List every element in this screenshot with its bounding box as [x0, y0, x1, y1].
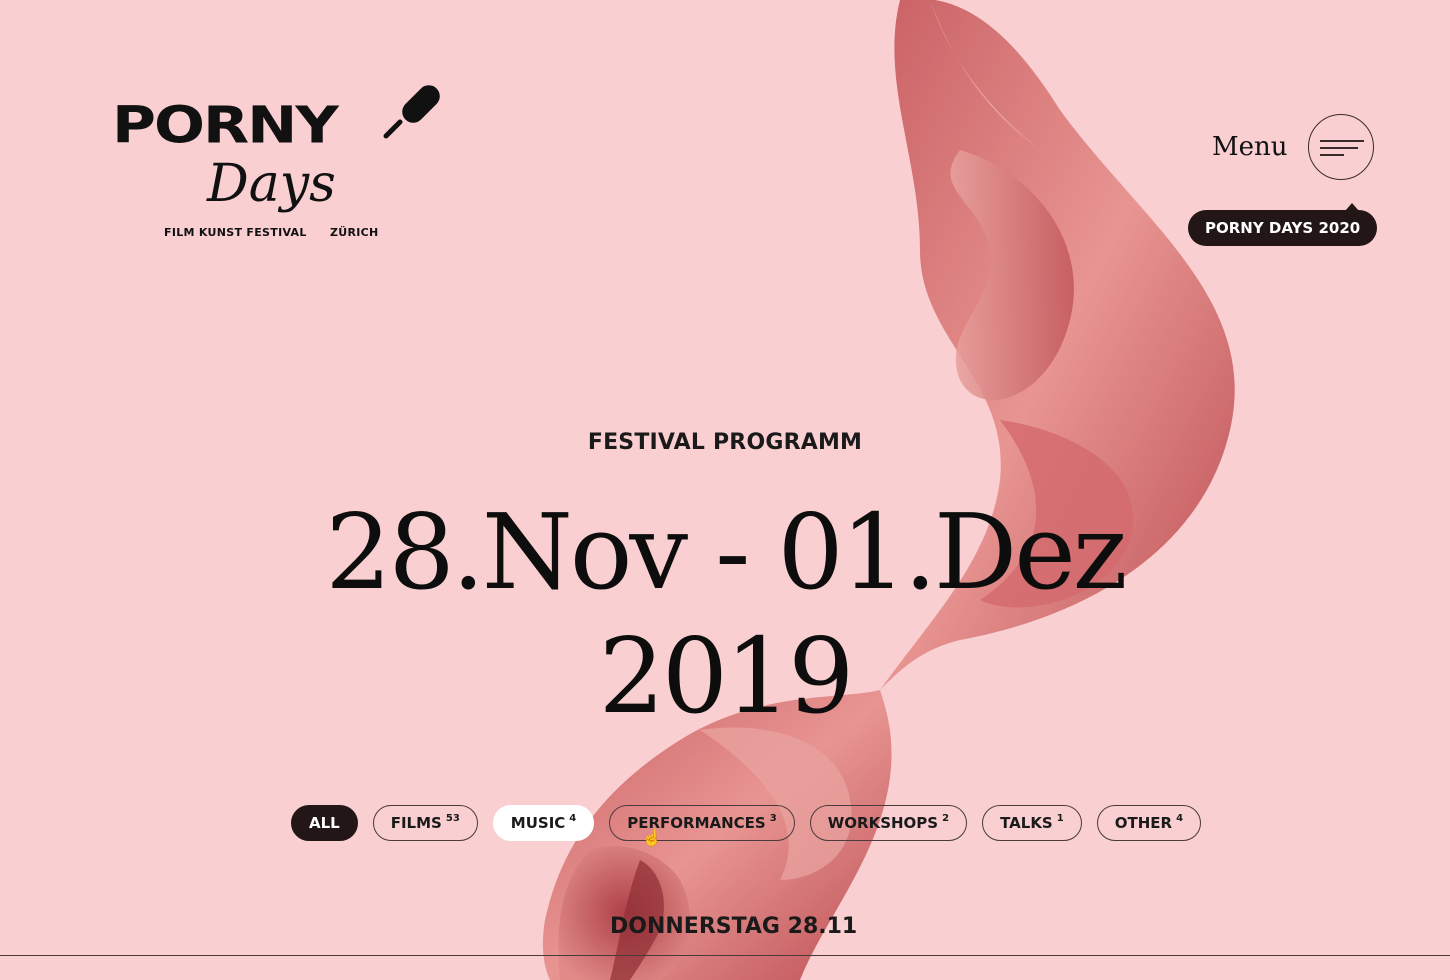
- filter-music[interactable]: MUSIC 4: [492, 805, 595, 841]
- menu-toggle[interactable]: Menu: [1212, 114, 1374, 180]
- year-badge-link[interactable]: PORNY DAYS 2020: [1188, 203, 1378, 246]
- page-kicker: FESTIVAL PROGRAMM: [587, 430, 863, 455]
- page: PORNY Days FILM KUNST FESTIVAL ZÜRICH Me…: [0, 0, 1450, 980]
- filter-count: 4: [1176, 812, 1184, 824]
- site-logo[interactable]: PORNY Days FILM KUNST FESTIVAL ZÜRICH: [112, 80, 442, 245]
- filter-workshops[interactable]: WORKSHOPS 2: [809, 805, 968, 841]
- festival-date-range: 28.Nov - 01.Dez: [325, 491, 1127, 613]
- festival-year: 2019: [598, 615, 855, 737]
- divider: [0, 955, 1450, 956]
- filter-all[interactable]: ALL: [291, 805, 358, 841]
- menu-label: Menu: [1212, 132, 1288, 162]
- logo-wordmark: PORNY: [112, 95, 339, 156]
- filter-count: 3: [769, 812, 777, 824]
- filter-count: 1: [1056, 812, 1064, 824]
- filter-performances[interactable]: PERFORMANCES 3: [609, 805, 795, 841]
- logo-subtitle: FILM KUNST FESTIVAL: [164, 226, 307, 239]
- pointer-cursor-icon: ☝: [642, 830, 662, 847]
- filter-talks[interactable]: TALKS 1: [982, 805, 1082, 841]
- filter-other[interactable]: OTHER 4: [1096, 805, 1202, 841]
- filter-count: 2: [942, 812, 950, 824]
- filter-films[interactable]: FILMS 53: [372, 805, 478, 841]
- logo-city: ZÜRICH: [330, 226, 379, 239]
- category-filters: ALL FILMS 53 MUSIC 4 PERFORMANCES 3 WORKSHO…: [291, 805, 1202, 841]
- filter-count: 4: [569, 812, 577, 824]
- microphone-icon: [383, 85, 440, 139]
- day-heading: DONNERSTAG 28.11: [610, 914, 858, 939]
- filter-count: 53: [445, 812, 460, 824]
- hamburger-icon[interactable]: [1307, 114, 1374, 180]
- logo-script: Days: [207, 154, 336, 214]
- festival-dates: 28.Nov - 01.Dez 2019: [0, 490, 1450, 738]
